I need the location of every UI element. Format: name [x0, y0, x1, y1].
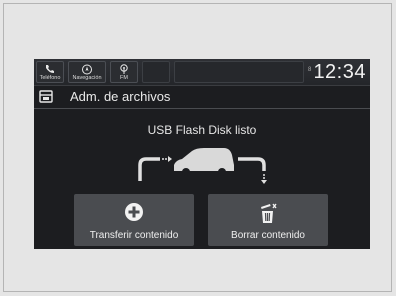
trash-icon	[261, 203, 277, 223]
delete-content-label: Borrar contenido	[231, 230, 305, 241]
transfer-content-button[interactable]: Transferir contenido	[74, 194, 194, 246]
delete-content-button[interactable]: Borrar contenido	[208, 194, 328, 246]
empty-status-area	[174, 61, 304, 83]
fm-label: FM	[120, 75, 128, 81]
fm-button[interactable]: FM	[110, 61, 138, 83]
transfer-graphic	[138, 148, 267, 184]
clock: 12:34	[313, 61, 366, 83]
status-bar: Teléfono Navegación FM 8 12:34	[34, 59, 370, 86]
page-title: Adm. de archivos	[70, 89, 171, 104]
plus-circle-icon	[125, 203, 143, 221]
clock-indicator: 8	[308, 67, 312, 73]
right-arrow	[238, 157, 267, 184]
phone-icon	[46, 65, 54, 73]
device-status-message: USB Flash Disk listo	[147, 123, 257, 137]
left-arrow	[138, 156, 172, 181]
head-unit-screen: Teléfono Navegación FM 8 12:34 Adm. de a…	[34, 59, 370, 249]
transfer-content-label: Transferir contenido	[89, 230, 179, 241]
empty-shortcut-slot[interactable]	[142, 61, 170, 83]
radio-icon	[120, 64, 128, 74]
phone-label: Teléfono	[39, 75, 61, 81]
folder-icon[interactable]	[39, 90, 53, 103]
phone-button[interactable]: Teléfono	[36, 61, 64, 83]
title-bar: Adm. de archivos	[34, 86, 370, 109]
car-icon	[174, 148, 234, 176]
outer-frame: Teléfono Navegación FM 8 12:34 Adm. de a…	[3, 3, 392, 292]
compass-icon	[82, 64, 92, 75]
navigation-button[interactable]: Navegación	[68, 61, 106, 83]
navigation-label: Navegación	[72, 75, 102, 81]
